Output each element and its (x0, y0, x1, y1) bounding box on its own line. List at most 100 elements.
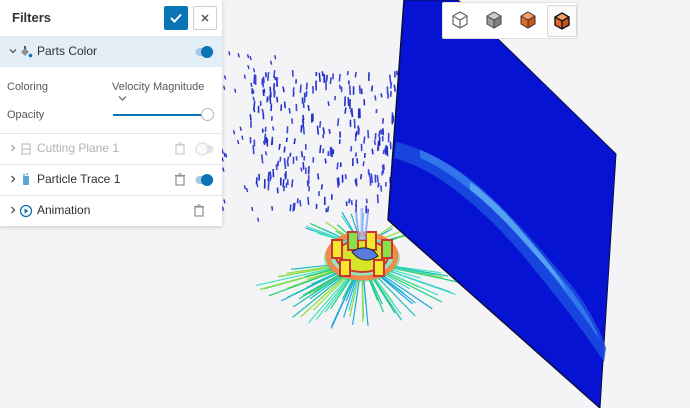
coloring-select[interactable]: Velocity Magnitude (112, 81, 222, 105)
view-wireframe-button[interactable] (447, 7, 473, 33)
close-icon (201, 14, 209, 22)
view-shaded-button[interactable] (481, 7, 507, 33)
velocity-arrow (336, 118, 340, 127)
velocity-arrow (380, 93, 383, 98)
velocity-arrow (305, 82, 308, 90)
velocity-arrow (329, 77, 332, 85)
particle-trace-icon (23, 173, 29, 185)
opacity-slider-track[interactable] (113, 114, 207, 116)
velocity-arrow (275, 77, 279, 87)
velocity-arrow (252, 89, 255, 94)
view-surfaces-button[interactable] (515, 7, 541, 33)
velocity-arrow (276, 160, 280, 167)
velocity-arrow (378, 130, 381, 138)
filter-row-animation[interactable]: Animation (0, 196, 222, 226)
velocity-arrow (222, 85, 226, 90)
velocity-arrow (338, 73, 341, 82)
velocity-arrow (269, 60, 273, 65)
opacity-label: Opacity (7, 109, 45, 121)
velocity-arrow (370, 173, 374, 184)
velocity-arrow (246, 53, 250, 59)
velocity-arrow (224, 153, 228, 158)
velocity-arrow (300, 151, 304, 158)
velocity-arrow (275, 164, 278, 171)
trash-icon[interactable] (174, 142, 186, 155)
filter-row-parts-color[interactable]: Parts Color (0, 37, 222, 67)
velocity-arrow (266, 96, 269, 101)
coloring-label: Coloring (7, 81, 48, 93)
velocity-arrow (300, 167, 303, 172)
velocity-arrow (326, 206, 330, 212)
velocity-arrow (354, 71, 357, 78)
velocity-arrow (299, 84, 302, 93)
filter-row-cutting-plane-1[interactable]: Cutting Plane 1 (0, 134, 222, 164)
trash-icon[interactable] (193, 204, 205, 217)
velocity-arrow (288, 107, 291, 114)
velocity-arrow (299, 200, 302, 207)
velocity-arrow (291, 179, 294, 188)
cube-orange-icon (520, 11, 536, 29)
velocity-arrow (321, 71, 324, 77)
velocity-arrow (249, 114, 252, 121)
velocity-arrow (360, 88, 363, 95)
velocity-arrow (348, 85, 352, 96)
velocity-arrow (269, 175, 272, 182)
filter-label: Cutting Plane 1 (37, 141, 120, 155)
filter-label: Particle Trace 1 (37, 172, 121, 186)
velocity-arrow (250, 206, 254, 212)
velocity-arrow (380, 185, 383, 192)
velocity-arrow (376, 194, 379, 204)
view-surfaces-edges-button[interactable] (547, 5, 577, 37)
chevron-down-icon[interactable] (9, 47, 17, 55)
velocity-arrow (376, 143, 380, 152)
paint-icon (21, 46, 33, 58)
velocity-arrow (338, 84, 342, 90)
velocity-arrow (285, 137, 288, 143)
velocity-arrow (318, 72, 321, 82)
velocity-arrow (359, 173, 363, 180)
chevron-right-icon[interactable] (9, 206, 17, 214)
chevron-right-icon[interactable] (9, 175, 17, 183)
velocity-arrow (273, 75, 277, 81)
velocity-arrow (350, 200, 353, 206)
velocity-arrow (346, 70, 349, 76)
velocity-arrow (365, 198, 368, 204)
velocity-arrow (316, 125, 320, 135)
visibility-toggle[interactable] (195, 44, 215, 60)
velocity-arrow (261, 108, 264, 113)
velocity-arrow (286, 156, 290, 162)
velocity-arrow (389, 141, 392, 150)
close-button[interactable] (193, 6, 217, 30)
check-icon (170, 13, 182, 23)
chevron-right-icon[interactable] (9, 144, 17, 152)
velocity-arrow (273, 55, 277, 60)
velocity-arrow (243, 74, 247, 79)
visibility-toggle[interactable] (195, 172, 215, 188)
velocity-arrow (264, 151, 268, 156)
velocity-arrow (373, 139, 377, 146)
velocity-arrow (358, 85, 361, 94)
velocity-arrow (325, 74, 328, 82)
filter-row-particle-trace-1[interactable]: Particle Trace 1 (0, 165, 222, 195)
filters-panel: Filters Parts Color Coloring Velocity Ma… (0, 0, 222, 226)
opacity-slider-thumb[interactable] (201, 108, 214, 121)
visibility-toggle[interactable] (195, 141, 215, 157)
velocity-arrow (266, 72, 270, 81)
filter-label: Animation (37, 203, 91, 217)
velocity-arrow (307, 104, 310, 111)
velocity-arrow (377, 182, 380, 188)
trash-icon[interactable] (174, 173, 186, 186)
velocity-arrow (289, 204, 292, 212)
velocity-arrow (322, 127, 325, 135)
velocity-arrow (221, 206, 225, 212)
velocity-arrow (247, 64, 250, 70)
velocity-arrow (348, 198, 351, 204)
velocity-arrow (363, 136, 366, 144)
velocity-arrow (388, 74, 392, 84)
velocity-arrow (249, 55, 252, 61)
filter-label: Parts Color (37, 44, 98, 58)
filters-panel-title: Filters (12, 10, 52, 25)
velocity-arrow (232, 130, 236, 135)
cube-orange-selected-icon (554, 12, 570, 30)
confirm-button[interactable] (164, 6, 188, 30)
